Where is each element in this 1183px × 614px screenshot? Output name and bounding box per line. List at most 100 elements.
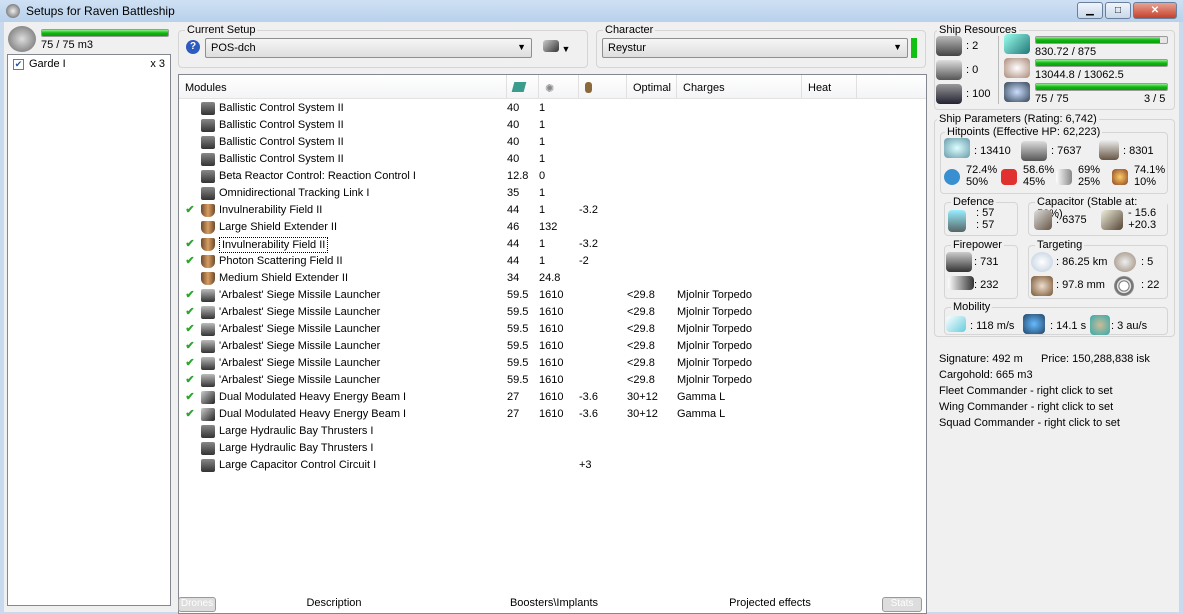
help-icon[interactable]: ? [186,40,200,54]
launcher-count: : 0 [966,64,979,76]
squad-commander[interactable]: Squad Commander - right click to set [939,417,1120,429]
drone-name: Garde I [29,58,66,70]
table-row[interactable]: Ballistic Control System II 40 1 [179,134,926,151]
character-select[interactable]: Reystur ▼ [602,38,908,58]
module-name: Omnidirectional Tracking Link I [219,187,370,199]
powergrid-icon [1004,58,1030,78]
explosive-shield-resist: 74.1% [1134,164,1166,176]
table-row[interactable]: Ballistic Control System II 40 1 [179,100,926,117]
table-row[interactable]: ✔ Invulnerability Field II 44 1 -3.2 [179,236,926,253]
setup-select[interactable]: POS-dch ▼ [205,38,532,58]
active-check-icon[interactable]: ✔ [179,236,201,253]
active-check-icon[interactable]: ✔ [179,389,201,406]
active-check-icon[interactable] [179,270,201,287]
active-check-icon[interactable] [179,185,201,202]
table-row[interactable]: ✔ Dual Modulated Heavy Energy Beam I 27 … [179,389,926,406]
module-charges [677,219,802,236]
col-powergrid[interactable]: ✺ [539,75,579,99]
module-charges [677,270,802,287]
calibration-value: : 100 [966,88,991,100]
tab-stats[interactable]: Stats [882,597,922,612]
table-row[interactable]: ✔ 'Arbalest' Siege Missile Launcher 59.5… [179,321,926,338]
tab-boosters-implants[interactable]: Boosters\Implants [474,597,634,612]
col-cpu[interactable] [507,75,539,99]
table-row[interactable]: ✔ Dual Modulated Heavy Energy Beam I 27 … [179,406,926,423]
active-check-icon[interactable] [179,151,201,168]
active-check-icon[interactable]: ✔ [179,338,201,355]
module-name: Beta Reactor Control: Reaction Control I [219,170,416,182]
module-powergrid: 1 [539,119,546,131]
capacitor-icon [1034,210,1052,230]
module-capacitor [579,151,627,168]
capacitor-recharge-icon [1101,210,1123,230]
active-check-icon[interactable] [179,100,201,117]
active-check-icon[interactable] [179,117,201,134]
table-row[interactable]: ✔ 'Arbalest' Siege Missile Launcher 59.5… [179,304,926,321]
minimize-button[interactable]: ▁ [1077,2,1103,19]
active-check-icon[interactable]: ✔ [179,372,201,389]
col-optimal[interactable]: Optimal [627,75,677,99]
table-row[interactable]: Ballistic Control System II 40 1 [179,151,926,168]
tab-projected-effects[interactable]: Projected effects [690,597,850,612]
drone-item[interactable]: ✔ Garde I x 3 [8,55,170,73]
table-row[interactable]: Large Shield Extender II 46 132 [179,219,926,236]
table-row[interactable]: ✔ 'Arbalest' Siege Missile Launcher 59.5… [179,372,926,389]
ship-menu-button[interactable]: ▼ [543,40,575,56]
tab-drones[interactable]: Drones [178,597,216,612]
reactor-module-icon [201,170,215,183]
powergrid-text: 13044.8 / 13062.5 [1035,69,1124,81]
module-powergrid: 1610 [539,323,564,335]
table-row[interactable]: Large Hydraulic Bay Thrusters I [179,440,926,457]
active-check-icon[interactable]: ✔ [179,287,201,304]
module-optimal [627,270,677,287]
module-powergrid: 1610 [539,391,564,403]
table-row[interactable]: ✔ 'Arbalest' Siege Missile Launcher 59.5… [179,287,926,304]
table-row[interactable]: ✔ Invulnerability Field II 44 1 -3.2 [179,202,926,219]
app-icon [6,4,20,18]
table-row[interactable]: Beta Reactor Control: Reaction Control I… [179,168,926,185]
col-capacitor[interactable] [579,75,627,99]
module-powergrid [539,457,579,474]
table-row[interactable]: ✔ 'Arbalest' Siege Missile Launcher 59.5… [179,355,926,372]
active-check-icon[interactable] [179,219,201,236]
module-powergrid: 24.8 [539,272,561,284]
active-check-icon[interactable]: ✔ [179,202,201,219]
active-check-icon[interactable] [179,440,201,457]
col-heat[interactable]: Heat [802,75,857,99]
tab-description[interactable]: Description [254,597,414,612]
maximize-button[interactable]: □ [1105,2,1131,19]
col-charges[interactable]: Charges [677,75,802,99]
module-cpu: 59.5 [507,340,529,352]
active-check-icon[interactable]: ✔ [179,321,201,338]
cpu-icon [511,82,527,92]
wing-commander[interactable]: Wing Commander - right click to set [939,401,1113,413]
table-row[interactable]: ✔ Photon Scattering Field II 44 1 -2 [179,253,926,270]
ship-parameters-label: Ship Parameters (Rating: 6,742) [937,113,1099,125]
table-row[interactable]: Large Hydraulic Bay Thrusters I [179,423,926,440]
active-check-icon[interactable] [179,168,201,185]
table-row[interactable]: Ballistic Control System II 40 1 [179,117,926,134]
module-capacitor [579,270,627,287]
active-check-icon[interactable] [179,134,201,151]
drone-checkbox[interactable]: ✔ [13,58,24,70]
module-powergrid: 1 [539,238,546,250]
module-optimal [627,134,677,151]
table-row[interactable]: Large Capacitor Control Circuit I +3 [179,457,926,474]
table-row[interactable]: Medium Shield Extender II 34 24.8 [179,270,926,287]
cpu-icon [1004,34,1030,54]
active-check-icon[interactable]: ✔ [179,406,201,423]
active-check-icon[interactable]: ✔ [179,253,201,270]
active-check-icon[interactable]: ✔ [179,355,201,372]
module-powergrid: 1 [539,102,546,114]
module-optimal [627,168,677,185]
active-check-icon[interactable] [179,457,201,474]
active-check-icon[interactable] [179,423,201,440]
col-modules[interactable]: Modules [179,75,507,99]
table-row[interactable]: ✔ 'Arbalest' Siege Missile Launcher 59.5… [179,338,926,355]
table-row[interactable]: Omnidirectional Tracking Link I 35 1 [179,185,926,202]
table-body: Ballistic Control System II 40 1 Ballist… [179,99,926,474]
active-check-icon[interactable]: ✔ [179,304,201,321]
close-button[interactable]: ✕ [1133,2,1177,19]
fleet-commander[interactable]: Fleet Commander - right click to set [939,385,1113,397]
character-label: Character [603,24,656,36]
